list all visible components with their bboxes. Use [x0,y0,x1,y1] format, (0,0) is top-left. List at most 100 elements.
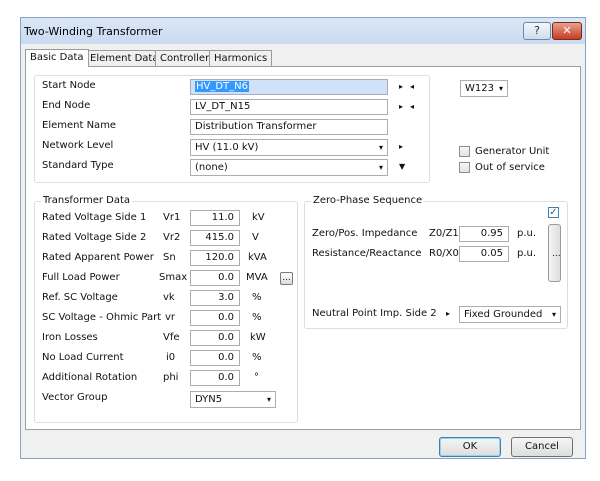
vector-group-select[interactable]: DYN5 ▾ [190,391,276,408]
no-load-current-unit: % [252,352,262,363]
rated-voltage-side2-symbol: Vr2 [163,232,181,243]
tab-controller[interactable]: Controller [155,50,215,66]
rated-apparent-power-symbol: Sn [163,252,176,263]
transformer-data-title: Transformer Data [41,195,133,206]
rated-voltage-side1-field[interactable]: 11.0 [190,210,240,226]
no-load-current-label: No Load Current [42,352,124,363]
rated-voltage-side1-label: Rated Voltage Side 1 [42,212,147,223]
ref-sc-voltage-unit: % [252,292,262,303]
zero-pos-impedance-symbol: Z0/Z1 [429,228,459,239]
resistance-reactance-field[interactable]: 0.05 [459,246,509,262]
zero-pos-impedance-field[interactable]: 0.95 [459,226,509,242]
zero-phase-more-button[interactable]: ... [548,224,561,282]
help-button[interactable]: ? [523,22,551,40]
forward-arrow-icon[interactable]: ▸ [399,142,403,151]
rated-voltage-side1-symbol: Vr1 [163,212,181,223]
rated-apparent-power-label: Rated Apparent Power [42,252,154,263]
additional-rotation-field[interactable]: 0.0 [190,370,240,386]
back-arrow-icon[interactable]: ◂ [410,82,414,91]
chevron-down-icon: ▾ [551,310,556,319]
title-bar: Two-Winding Transformer ? ✕ [21,18,585,44]
ref-sc-voltage-label: Ref. SC Voltage [42,292,118,303]
out-of-service-label: Out of service [475,162,545,173]
standard-type-value: (none) [195,162,228,173]
no-load-current-symbol: i0 [166,352,176,363]
additional-rotation-label: Additional Rotation [42,372,138,383]
additional-rotation-symbol: phi [163,372,179,383]
sc-voltage-ohmic-unit: % [252,312,262,323]
network-level-select[interactable]: HV (11.0 kV) ▾ [190,139,388,156]
rated-voltage-side1-unit: kV [252,212,265,223]
forward-arrow-icon[interactable]: ▸ [399,82,403,91]
full-load-power-label: Full Load Power [42,272,120,283]
iron-losses-unit: kW [250,332,266,343]
iron-losses-label: Iron Losses [42,332,98,343]
tab-element-data[interactable]: Element Data [85,50,164,66]
back-arrow-icon[interactable]: ◂ [410,102,414,111]
rated-voltage-side2-field[interactable]: 415.0 [190,230,240,246]
chevron-down-icon: ▾ [378,163,383,172]
full-load-power-more-button[interactable]: ... [280,272,293,285]
resistance-reactance-symbol: R0/X0 [429,248,459,259]
element-name-field[interactable]: Distribution Transformer [190,119,388,135]
filter-icon[interactable]: ▼ [399,162,405,171]
network-level-label: Network Level [42,140,114,151]
generator-unit-label: Generator Unit [475,146,550,157]
generator-unit-checkbox[interactable] [459,146,470,157]
variant-select[interactable]: W123 ▾ [460,80,508,97]
end-node-label: End Node [42,100,91,111]
vector-group-value: DYN5 [195,394,223,405]
start-node-value: HV_DT_N6 [195,81,250,92]
iron-losses-symbol: Vfe [163,332,180,343]
resistance-reactance-unit: p.u. [517,248,537,259]
close-button[interactable]: ✕ [552,22,582,40]
resistance-reactance-label: Resistance/Reactance [312,248,422,259]
tab-basic-data[interactable]: Basic Data [25,49,89,67]
chevron-down-icon: ▾ [498,84,503,93]
additional-rotation-unit: ° [254,372,259,383]
chevron-down-icon: ▾ [378,143,383,152]
out-of-service-checkbox[interactable] [459,162,470,173]
ref-sc-voltage-field[interactable]: 3.0 [190,290,240,306]
iron-losses-field[interactable]: 0.0 [190,330,240,346]
start-node-label: Start Node [42,80,96,91]
rated-voltage-side2-unit: V [252,232,259,243]
sc-voltage-ohmic-symbol: vr [165,312,176,323]
full-load-power-field[interactable]: 0.0 [190,270,240,286]
standard-type-select[interactable]: (none) ▾ [190,159,388,176]
full-load-power-symbol: Smax [159,272,188,283]
dialog-window: Two-Winding Transformer ? ✕ Basic Data E… [20,17,586,459]
tab-harmonics[interactable]: Harmonics [209,50,273,66]
rated-voltage-side2-label: Rated Voltage Side 2 [42,232,147,243]
zero-phase-title: Zero-Phase Sequence [311,195,425,206]
zero-pos-impedance-unit: p.u. [517,228,537,239]
zero-pos-impedance-label: Zero/Pos. Impedance [312,228,418,239]
variant-value: W123 [465,83,494,94]
ellipsis-icon: ... [552,249,561,259]
ok-button[interactable]: OK [439,437,501,457]
sc-voltage-ohmic-label: SC Voltage - Ohmic Part [42,312,162,323]
ref-sc-voltage-symbol: vk [163,292,175,303]
no-load-current-field[interactable]: 0.0 [190,350,240,366]
standard-type-label: Standard Type [42,160,114,171]
network-level-value: HV (11.0 kV) [195,142,259,153]
neutral-point-value: Fixed Grounded [464,309,543,320]
zero-phase-group: Zero-Phase Sequence ✓ Zero/Pos. Impedanc… [304,195,568,329]
cancel-button[interactable]: Cancel [511,437,573,457]
rated-apparent-power-unit: kVA [248,252,267,263]
neutral-point-select[interactable]: Fixed Grounded ▾ [459,306,561,323]
rated-apparent-power-field[interactable]: 120.0 [190,250,240,266]
neutral-point-label: Neutral Point Imp. Side 2 [312,308,437,319]
element-name-label: Element Name [42,120,117,131]
full-load-power-unit: MVA [246,272,268,283]
general-group: Start Node HV_DT_N6 ▸ ◂ End Node LV_DT_N… [34,75,430,183]
end-node-field[interactable]: LV_DT_N15 [190,99,388,115]
window-title: Two-Winding Transformer [24,25,163,38]
chevron-down-icon: ▾ [266,395,271,404]
forward-arrow-icon[interactable]: ▸ [446,309,450,318]
zero-phase-checkbox[interactable]: ✓ [548,207,559,218]
dialog-body: Basic Data Element Data Controller Harmo… [21,44,585,458]
start-node-field[interactable]: HV_DT_N6 [190,79,388,95]
sc-voltage-ohmic-field[interactable]: 0.0 [190,310,240,326]
forward-arrow-icon[interactable]: ▸ [399,102,403,111]
